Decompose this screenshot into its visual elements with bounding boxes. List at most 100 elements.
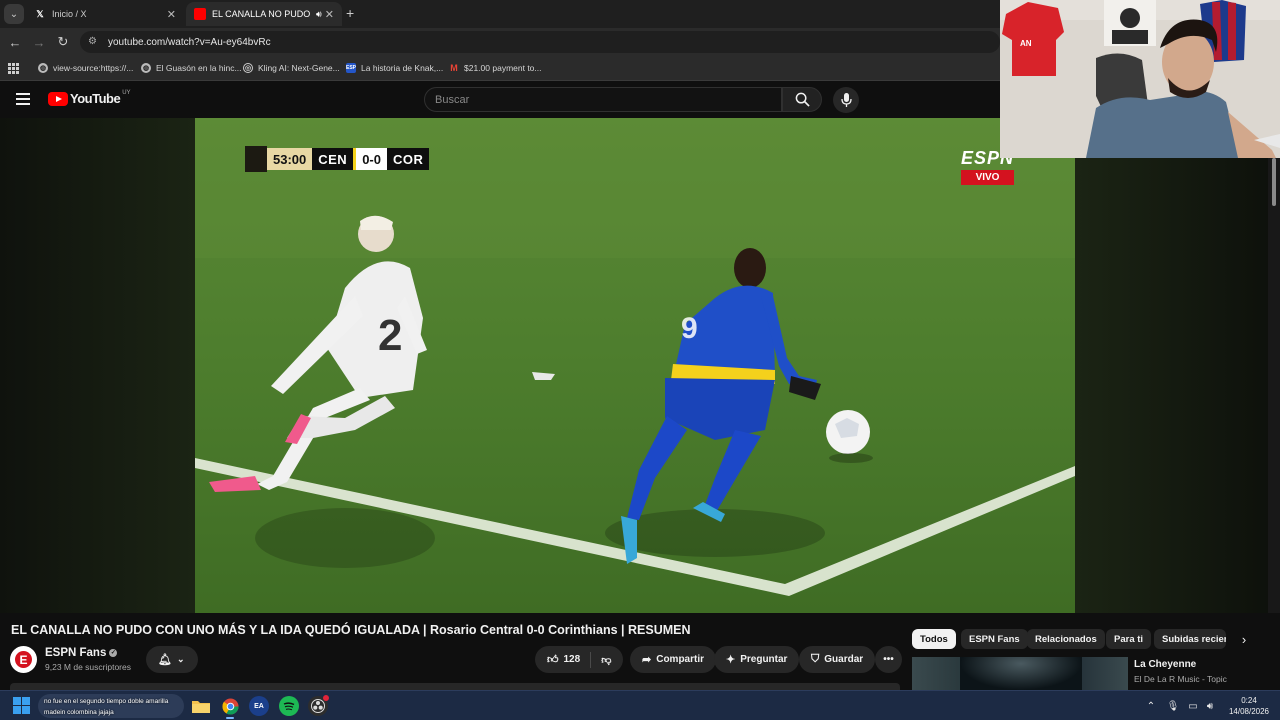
chat-message: no fue en el segundo tiempo doble amaril…: [44, 698, 169, 705]
away-team: COR: [387, 148, 430, 170]
scorebug: 53:00 CEN 0-0 COR: [245, 146, 430, 172]
close-tab-icon[interactable]: ✕: [325, 8, 334, 21]
url-text: youtube.com/watch?v=Au-ey64bvRc: [108, 36, 271, 48]
obs-icon[interactable]: [308, 695, 329, 716]
channel-avatar[interactable]: E: [10, 646, 37, 673]
tab-inicio-x[interactable]: 𝕏 Inicio / X ✕: [26, 2, 184, 26]
close-tab-icon[interactable]: ✕: [167, 8, 176, 21]
spotify-icon[interactable]: [279, 696, 299, 716]
system-clock[interactable]: 0:24 14/08/2026: [1222, 695, 1276, 717]
chat-line-2: madein colombina jajaja: [44, 709, 114, 716]
webcam-overlay: AN: [1000, 0, 1280, 158]
espn-e-logo-icon: E: [15, 651, 32, 668]
chip-label: ESPN Fans: [969, 633, 1020, 645]
more-actions-button[interactable]: •••: [875, 646, 902, 673]
chat-message: madein colombina jajaja: [44, 709, 114, 716]
screen: ⌄ 𝕏 Inicio / X ✕ EL CANALLA NO PUDO CON …: [0, 0, 1280, 720]
apps-grid-icon[interactable]: [8, 61, 19, 75]
search-button[interactable]: [782, 87, 822, 112]
description-box-edge: [10, 683, 900, 690]
bookmark-payment[interactable]: M $21.00 payment to...: [449, 61, 541, 75]
menu-icon[interactable]: [16, 93, 30, 105]
speaker-icon[interactable]: 🔊︎: [316, 9, 322, 20]
bookmark-view-source[interactable]: ◍ view-source:https://...: [38, 61, 133, 75]
kling-icon: ◎: [243, 63, 253, 73]
bookmark-label: El Guasón en la hinc...: [156, 63, 242, 73]
bookmark-label: Kling AI: Next-Gene...: [258, 63, 340, 73]
chat-line-1: no fue en el segundo tiempo doble amaril…: [44, 698, 168, 705]
share-button[interactable]: ➦ Compartir: [630, 646, 717, 673]
chip-subidas-recientes[interactable]: Subidas recientes: [1154, 629, 1226, 649]
share-label: Compartir: [656, 654, 705, 665]
save-button[interactable]: ⛉ Guardar: [799, 646, 876, 673]
volume-icon[interactable]: 🔊︎: [1203, 699, 1217, 713]
forward-arrow-icon[interactable]: →: [30, 33, 48, 51]
bell-icon: 🔔︎: [158, 654, 172, 666]
sparkle-icon: ✦: [726, 654, 736, 666]
ask-button[interactable]: ✦ Preguntar: [714, 646, 800, 673]
search-icon: [795, 92, 810, 107]
voice-search-button[interactable]: [833, 87, 859, 113]
stream-chat-overlay: no fue en el segundo tiempo doble amaril…: [0, 694, 200, 720]
url-field[interactable]: ⚙ youtube.com/watch?v=Au-ey64bvRc: [80, 31, 1000, 53]
logo-text: YouTube: [70, 91, 121, 106]
reco-title: La Cheyenne: [1134, 659, 1197, 670]
chip-espn-fans[interactable]: ESPN Fans: [961, 629, 1028, 649]
microphone-icon: [840, 93, 852, 107]
search-input[interactable]: Buscar: [424, 87, 782, 112]
ea-app-icon[interactable]: EA: [249, 696, 269, 716]
chevron-down-icon: ⌄: [176, 654, 185, 664]
dislike-button[interactable]: 👎︎: [601, 654, 611, 666]
bookmark-knak[interactable]: ESP La historia de Knak,...: [346, 61, 443, 75]
channel-row: E ESPN Fans ✓ 9,23 M de suscriptores 🔔︎ ⌄…: [10, 645, 905, 675]
channel-name[interactable]: ESPN Fans ✓: [45, 647, 118, 659]
bookmark-kling[interactable]: ◎ Kling AI: Next-Gene...: [243, 61, 340, 75]
chrome-icon[interactable]: [220, 696, 240, 719]
chip-para-ti[interactable]: Para ti: [1106, 629, 1152, 649]
chip-label: Para ti: [1114, 633, 1144, 645]
chip-relacionados[interactable]: Relacionados: [1027, 629, 1105, 649]
chevron-up-icon[interactable]: ⌃: [1144, 699, 1158, 713]
new-tab-button[interactable]: +: [346, 5, 354, 21]
bookmark-label: view-source:https://...: [53, 63, 134, 73]
notifications-subscribed-button[interactable]: 🔔︎ ⌄: [146, 646, 198, 673]
like-button[interactable]: 👍︎ 128: [547, 653, 580, 666]
country-code: UY: [122, 89, 131, 96]
bookmark-label: La historia de Knak,...: [361, 63, 444, 73]
chips-next-chevron-icon[interactable]: ›: [1236, 630, 1252, 648]
tab-youtube-video[interactable]: EL CANALLA NO PUDO CON 🔊︎ ✕: [186, 2, 342, 26]
thumbs-up-icon: 👍︎: [547, 654, 559, 666]
youtube-logo[interactable]: YouTube UY: [48, 89, 131, 106]
tab-label: Inicio / X: [52, 9, 87, 19]
bookmark-guason[interactable]: ◍ El Guasón en la hinc...: [141, 61, 242, 75]
save-label: Guardar: [824, 654, 864, 665]
reload-icon[interactable]: ↻: [54, 33, 72, 51]
chip-label: Relacionados: [1035, 633, 1097, 645]
webcam-feed: AN: [1000, 0, 1280, 158]
ask-label: Preguntar: [740, 654, 788, 665]
youtube-favicon-icon: [194, 8, 206, 20]
page-scrollbar[interactable]: [1268, 158, 1280, 613]
recommended-video[interactable]: La Cheyenne El De La R Music - Topic: [912, 657, 1268, 690]
video-player[interactable]: 2 9 53:00 CEN 0-0 COR ESPN VIVO: [195, 118, 1075, 613]
site-info-icon[interactable]: ⚙: [88, 36, 100, 48]
live-badge: VIVO: [961, 170, 1015, 185]
x-logo-icon: 𝕏: [36, 8, 44, 19]
home-team: CEN: [312, 148, 354, 170]
svg-text:2: 2: [378, 311, 402, 360]
match-clock: 53:00: [267, 148, 313, 170]
tournament-logo-icon: [245, 146, 267, 172]
recording-dot-icon: [323, 695, 329, 701]
espn-icon: ESP: [346, 63, 357, 73]
chip-todos[interactable]: Todos: [912, 629, 956, 649]
ambient-left: [0, 118, 195, 613]
back-arrow-icon[interactable]: ←: [6, 33, 24, 51]
divider: [590, 651, 592, 668]
network-icon[interactable]: ▭: [1186, 699, 1200, 713]
microphone-tray-icon[interactable]: 🎙︎: [1166, 699, 1180, 713]
scrollbar-thumb[interactable]: [1272, 158, 1276, 206]
bookmark-icon: ⛉: [811, 653, 820, 665]
tab-list-button[interactable]: ⌄: [4, 4, 24, 24]
verified-check-icon: ✓: [109, 648, 118, 657]
globe-icon: ◍: [141, 63, 151, 73]
